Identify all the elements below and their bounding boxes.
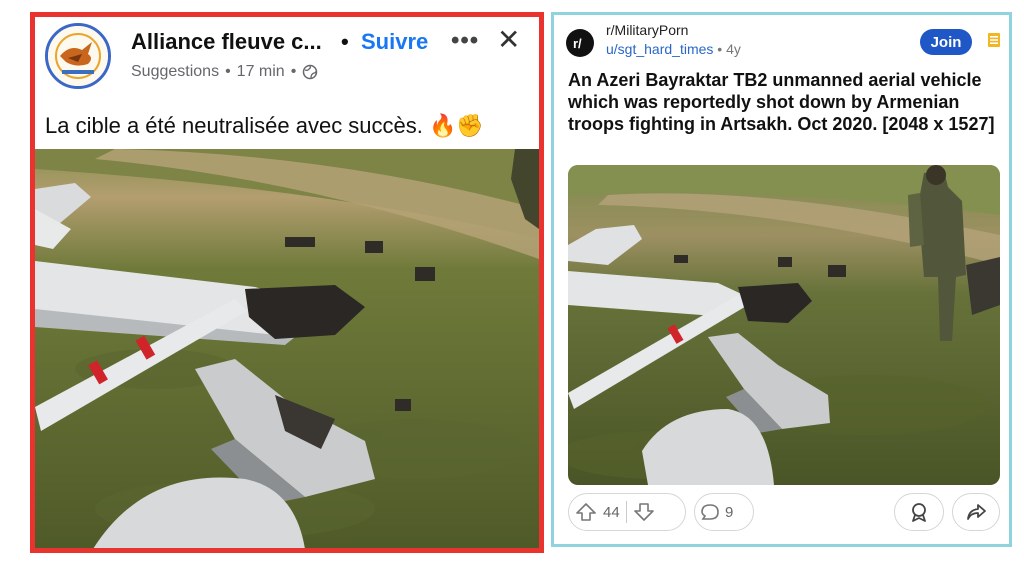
- separator-dot: •: [341, 29, 349, 54]
- page-avatar[interactable]: [45, 23, 111, 89]
- bird-logo-icon: [48, 26, 108, 86]
- post-caption: La cible a été neutralisée avec succès. …: [45, 113, 484, 138]
- page-name[interactable]: Alliance fleuve c...: [131, 29, 322, 55]
- award-icon: [912, 503, 926, 522]
- join-button[interactable]: Join: [920, 29, 972, 55]
- upvote-count: 44: [603, 503, 620, 521]
- comment-count: 9: [725, 503, 734, 521]
- subreddit-name[interactable]: r/MilitaryPorn: [606, 22, 688, 38]
- reddit-r-icon: r/: [573, 36, 582, 51]
- menu-icon[interactable]: [988, 33, 1000, 47]
- share-icon: [967, 504, 986, 520]
- award-button[interactable]: [894, 493, 944, 531]
- post-meta: Suggestions • 17 min •: [131, 63, 318, 81]
- post-author[interactable]: u/sgt_hard_times • 4y: [606, 41, 741, 57]
- post-actions: 44 9: [568, 493, 1000, 533]
- username-label[interactable]: u/sgt_hard_times: [606, 41, 713, 57]
- post-header: Alliance fleuve c... • Suivre ••• ✕ Sugg…: [35, 17, 539, 109]
- follow-button[interactable]: Suivre: [361, 29, 428, 55]
- more-options-icon[interactable]: •••: [451, 27, 479, 55]
- svg-text:r/: r/: [573, 36, 582, 51]
- close-icon[interactable]: ✕: [497, 23, 520, 56]
- vote-control: 44: [568, 493, 686, 531]
- post-title[interactable]: An Azeri Bayraktar TB2 unmanned aerial v…: [568, 69, 1000, 135]
- post-time[interactable]: 17 min: [237, 63, 285, 81]
- downvote-icon[interactable]: [633, 502, 655, 522]
- meta-dot: •: [225, 63, 231, 80]
- post-image[interactable]: [568, 165, 1000, 485]
- post-photo[interactable]: [35, 149, 539, 548]
- comment-icon: [701, 504, 719, 520]
- drone-wreckage-photo: [568, 165, 1000, 485]
- facebook-post-card: Alliance fleuve c... • Suivre ••• ✕ Sugg…: [30, 12, 544, 553]
- reddit-post-card: r/ r/MilitaryPorn u/sgt_hard_times • 4y …: [551, 12, 1012, 547]
- drone-wreckage-photo: [35, 149, 539, 548]
- suggestion-label: Suggestions: [131, 63, 220, 80]
- share-button[interactable]: [952, 493, 1000, 531]
- subreddit-avatar[interactable]: r/: [566, 29, 594, 57]
- post-age: • 4y: [717, 41, 741, 57]
- globe-icon: [303, 64, 318, 80]
- meta-dot: •: [290, 63, 297, 80]
- upvote-icon[interactable]: [569, 502, 603, 522]
- comment-button[interactable]: 9: [694, 493, 754, 531]
- vote-divider: [625, 501, 627, 523]
